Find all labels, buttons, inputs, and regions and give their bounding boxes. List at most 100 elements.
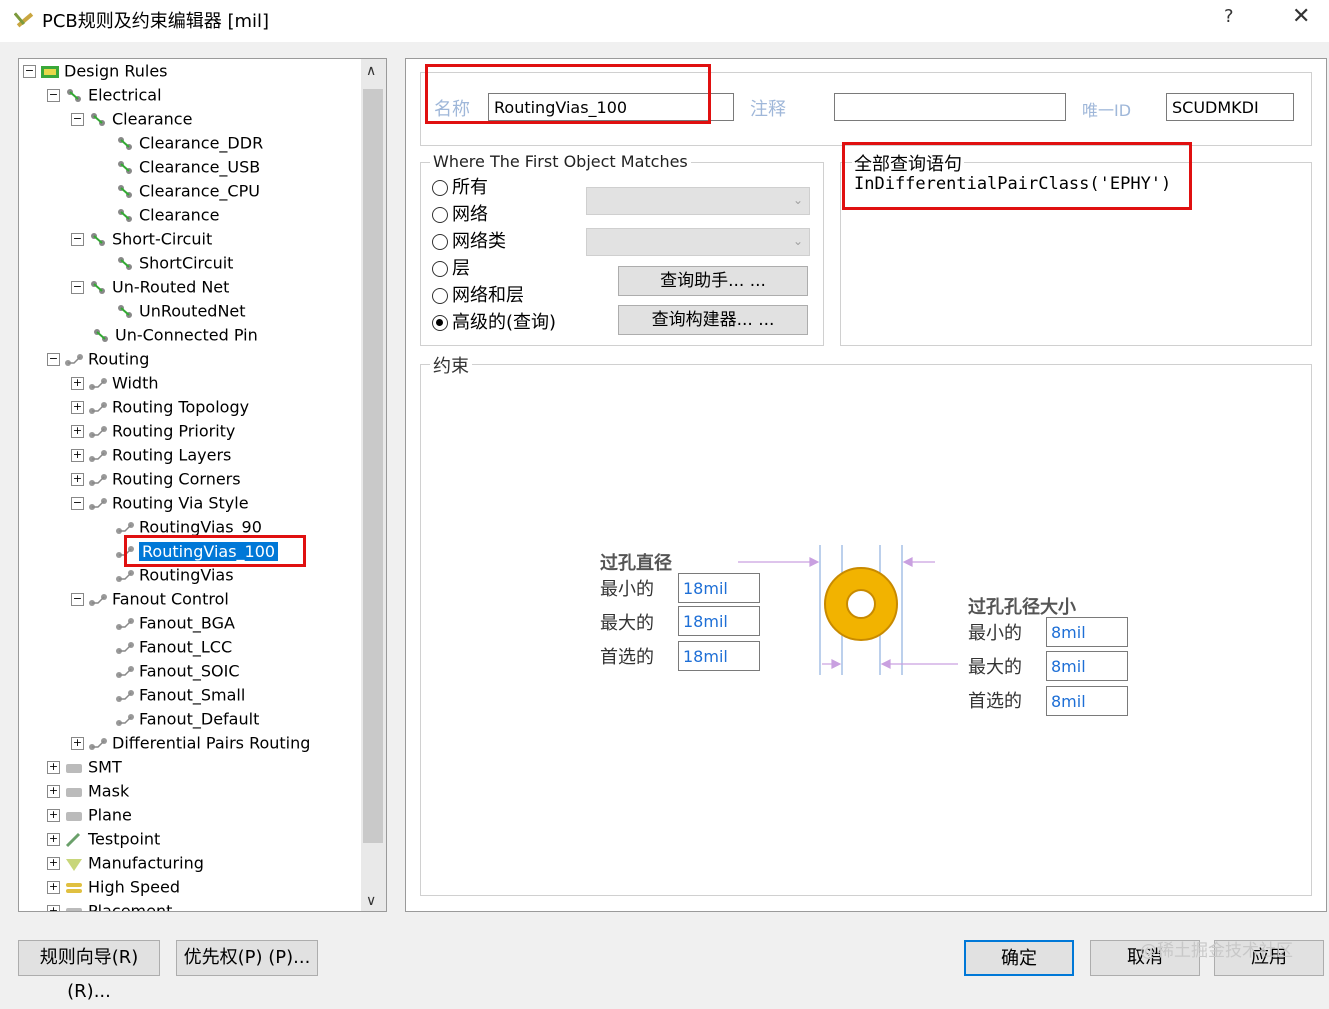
- tree-item[interactable]: − Routing: [47, 347, 149, 371]
- tree-item[interactable]: − Short-Circuit: [71, 227, 212, 251]
- expand-icon[interactable]: +: [47, 881, 60, 894]
- tree-item[interactable]: + Testpoint: [47, 827, 160, 851]
- tree-item[interactable]: − Routing Via Style: [71, 491, 249, 515]
- expand-icon[interactable]: +: [47, 809, 60, 822]
- tree-item[interactable]: Clearance_CPU: [115, 179, 260, 203]
- rules-tree[interactable]: − Design Rules − Electrical − Clearance Cleara…: [18, 58, 362, 912]
- tree-item-label: Manufacturing: [88, 853, 204, 873]
- radio-circle-icon[interactable]: [432, 261, 448, 277]
- tree-item[interactable]: ShortCircuit: [115, 251, 233, 275]
- tree-item[interactable]: Clearance_USB: [115, 155, 260, 179]
- radio-circle-icon[interactable]: [432, 288, 448, 304]
- match-option-radio[interactable]: 网络: [432, 202, 488, 228]
- comment-field[interactable]: [834, 93, 1066, 121]
- radio-circle-icon[interactable]: [432, 207, 448, 223]
- match-option-radio[interactable]: 层: [432, 256, 470, 282]
- tree-item[interactable]: Fanout_LCC: [115, 635, 232, 659]
- tree-item[interactable]: + Mask: [47, 779, 129, 803]
- ok-button[interactable]: 确定: [964, 940, 1074, 976]
- expand-icon[interactable]: +: [71, 377, 84, 390]
- match-option-radio[interactable]: 网络类: [432, 229, 506, 255]
- diameter-pref-label: 首选的: [600, 647, 654, 668]
- collapse-icon[interactable]: −: [71, 497, 84, 510]
- net-combo[interactable]: ⌄: [586, 187, 810, 215]
- tree-item[interactable]: Fanout_BGA: [115, 611, 235, 635]
- tree-item[interactable]: + Routing Priority: [71, 419, 235, 443]
- expand-icon[interactable]: +: [71, 737, 84, 750]
- priority-button[interactable]: 优先权(P) (P)...: [176, 940, 318, 976]
- tree-item[interactable]: + Width: [71, 371, 158, 395]
- scroll-up-icon[interactable]: ∧: [366, 63, 376, 79]
- close-button[interactable]: ✕: [1292, 4, 1310, 29]
- tree-item[interactable]: + Routing Topology: [71, 395, 249, 419]
- scroll-thumb[interactable]: [363, 89, 383, 843]
- collapse-icon[interactable]: −: [47, 353, 60, 366]
- routing-rule-icon: [115, 687, 135, 705]
- match-option-radio[interactable]: 高级的(查询): [432, 310, 556, 336]
- tree-item[interactable]: UnRoutedNet: [115, 299, 246, 323]
- tree-item[interactable]: + Placement: [47, 899, 172, 911]
- expand-icon[interactable]: +: [47, 857, 60, 870]
- tree-item[interactable]: − Electrical: [47, 83, 162, 107]
- tree-item[interactable]: + SMT: [47, 755, 122, 779]
- uid-field[interactable]: SCUDMKDI: [1166, 93, 1294, 121]
- collapse-icon[interactable]: −: [23, 65, 36, 78]
- netclass-combo[interactable]: ⌄: [586, 228, 810, 256]
- tree-item-label: Clearance_DDR: [139, 133, 264, 153]
- expand-icon[interactable]: +: [71, 449, 84, 462]
- expand-icon[interactable]: +: [71, 401, 84, 414]
- expand-icon[interactable]: +: [47, 761, 60, 774]
- tree-item[interactable]: Fanout_Small: [115, 683, 245, 707]
- help-button[interactable]: ?: [1224, 6, 1234, 27]
- hole-max-field[interactable]: 8mil: [1046, 651, 1128, 681]
- match-option-radio[interactable]: 网络和层: [432, 283, 524, 309]
- tree-item[interactable]: Clearance: [115, 203, 219, 227]
- tree-item-label: Routing Topology: [112, 397, 250, 417]
- tree-item[interactable]: Fanout_SOIC: [115, 659, 240, 683]
- tree-item[interactable]: + Differential Pairs Routing: [71, 731, 310, 755]
- constraint-group-label: 约束: [430, 352, 472, 378]
- tree-item[interactable]: Fanout_Default: [115, 707, 259, 731]
- query-builder-button[interactable]: 查询构建器... ...: [618, 305, 808, 335]
- rule-wizard-button[interactable]: 规则向导(R) (R)...: [18, 940, 160, 1002]
- hole-pref-field[interactable]: 8mil: [1046, 686, 1128, 716]
- via-hole: [846, 589, 876, 619]
- match-option-radio[interactable]: 所有: [432, 175, 488, 201]
- tree-item[interactable]: − Clearance: [71, 107, 192, 131]
- collapse-icon[interactable]: −: [71, 113, 84, 126]
- expand-icon[interactable]: +: [71, 425, 84, 438]
- radio-circle-icon[interactable]: [432, 234, 448, 250]
- query-helper-button[interactable]: 查询助手... ...: [618, 266, 808, 296]
- tree-item[interactable]: − Un-Routed Net: [71, 275, 229, 299]
- collapse-icon[interactable]: −: [71, 233, 84, 246]
- routing-rule-icon: [88, 735, 108, 753]
- scroll-down-icon[interactable]: ∨: [366, 893, 376, 909]
- expand-icon[interactable]: +: [47, 785, 60, 798]
- tree-item[interactable]: − Design Rules: [23, 59, 168, 83]
- collapse-icon[interactable]: −: [71, 281, 84, 294]
- hole-min-field[interactable]: 8mil: [1046, 617, 1128, 647]
- expand-icon[interactable]: +: [47, 833, 60, 846]
- radio-circle-icon[interactable]: [432, 180, 448, 196]
- tree-scrollbar[interactable]: ∧ ∨: [361, 58, 387, 912]
- tree-item[interactable]: Clearance_DDR: [115, 131, 263, 155]
- match-option-label: 网络: [452, 204, 488, 225]
- tree-item[interactable]: Un-Connected Pin: [91, 323, 258, 347]
- selected-item-highlight-box: [124, 535, 306, 567]
- collapse-icon[interactable]: −: [71, 593, 84, 606]
- mask-icon: [64, 783, 84, 801]
- electrical-rule-icon: [115, 303, 135, 321]
- tree-item[interactable]: + Routing Layers: [71, 443, 231, 467]
- expand-icon[interactable]: +: [47, 905, 60, 911]
- tree-item[interactable]: + Plane: [47, 803, 132, 827]
- tree-item[interactable]: − Fanout Control: [71, 587, 229, 611]
- electrical-rule-icon: [115, 255, 135, 273]
- tree-item[interactable]: + Manufacturing: [47, 851, 204, 875]
- tree-item[interactable]: + Routing Corners: [71, 467, 241, 491]
- placement-icon: [64, 903, 84, 911]
- expand-icon[interactable]: +: [71, 473, 84, 486]
- radio-circle-icon[interactable]: [432, 315, 448, 331]
- testpoint-icon: [64, 831, 84, 849]
- tree-item[interactable]: + High Speed: [47, 875, 180, 899]
- collapse-icon[interactable]: −: [47, 89, 60, 102]
